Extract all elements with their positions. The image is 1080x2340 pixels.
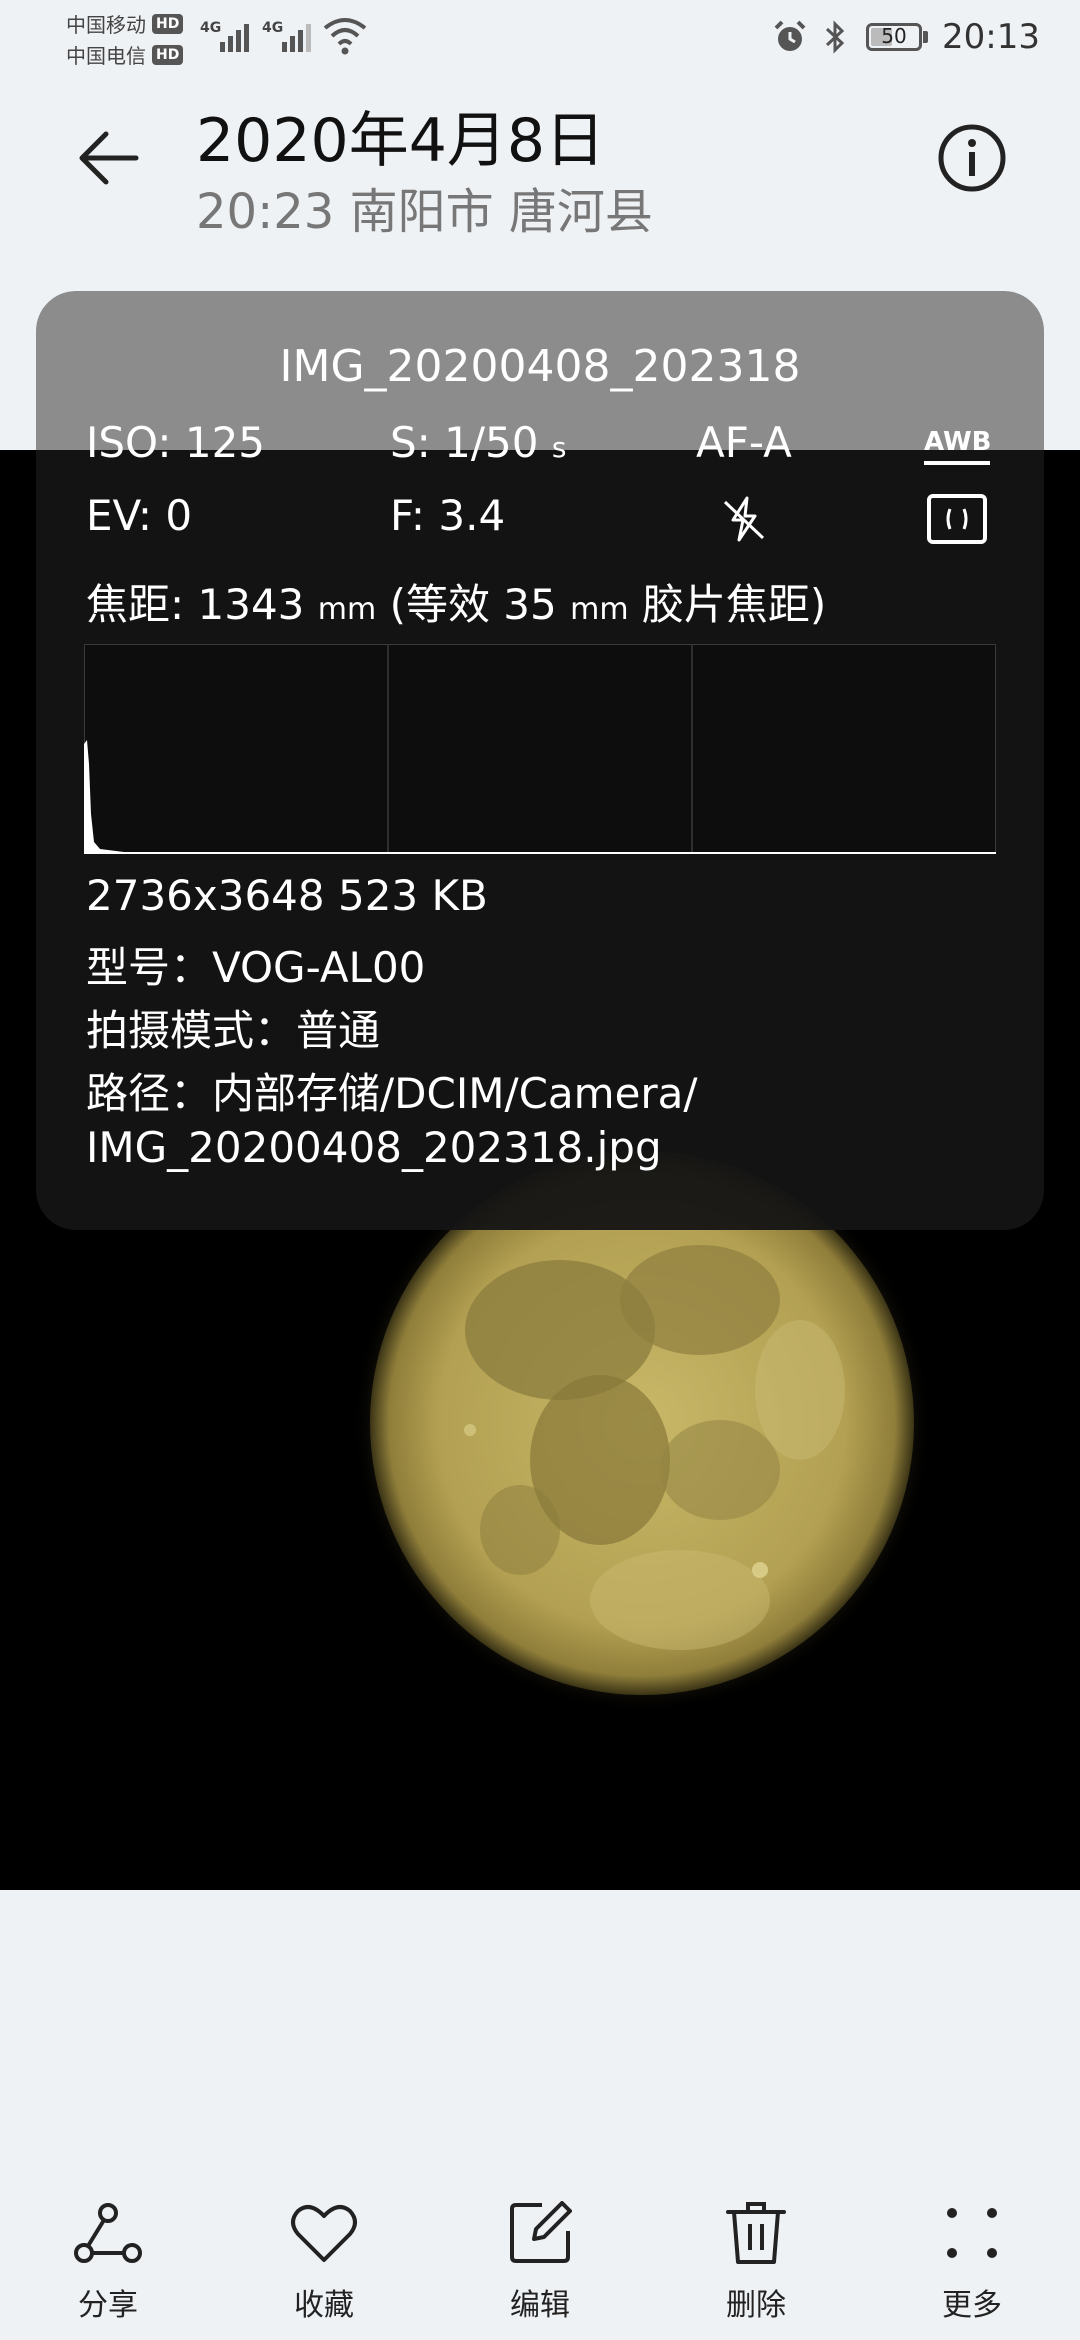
delete-label: 删除 (726, 2288, 786, 2323)
share-label: 分享 (78, 2288, 138, 2323)
carrier-2-label: 中国电信 (66, 44, 146, 68)
signal-group-2: 4G (262, 16, 322, 56)
ev-value: EV: 0 (86, 491, 193, 540)
shutter-value: S: 1/50 (390, 418, 539, 467)
battery-percent: 50 (881, 24, 907, 48)
af-mode: AF-A (696, 418, 792, 467)
file-path-line-1: 路径：内部存储/DCIM/Camera/ (86, 1069, 698, 1118)
focal-unit-1: mm (317, 592, 377, 627)
trash-icon-wrap (721, 2198, 791, 2268)
details-panel: IMG_20200408_202318 ISO: 125 S: 1/50 s A… (36, 291, 1044, 1230)
metering-icon (927, 494, 987, 544)
back-arrow-icon (79, 131, 139, 185)
more-icon-wrap (937, 2198, 1007, 2268)
file-path-line-2: IMG_20200408_202318.jpg (86, 1123, 662, 1172)
share-button[interactable]: 分享 (48, 2198, 168, 2328)
focal-middle: (等效 35 (389, 580, 557, 629)
shutter-unit: s (551, 431, 567, 464)
favorite-button[interactable]: 收藏 (264, 2198, 384, 2328)
edit-icon-wrap (505, 2198, 575, 2268)
bottom-toolbar: 分享 收藏 编辑 删除 更多 (0, 2180, 1080, 2340)
page-title: 2020年4月8日 (196, 106, 606, 176)
focal-length: 焦距: 1343 mm (等效 35 mm 胶片焦距) (86, 571, 826, 632)
bluetooth-icon (825, 20, 845, 54)
battery-nub (923, 31, 929, 43)
focal-suffix: 胶片焦距) (641, 580, 827, 629)
status-bar: 中国移动 HD 中国电信 HD 4G 4G 50 20:13 (0, 0, 1080, 76)
trash-icon (726, 2202, 786, 2264)
share-icon (74, 2203, 142, 2263)
wifi-icon (323, 18, 367, 55)
more-icon (947, 2208, 997, 2258)
favorite-label: 收藏 (294, 2288, 354, 2323)
battery-icon: 50 (866, 23, 923, 51)
focal-unit-2: mm (570, 592, 629, 627)
aperture-value: F: 3.4 (390, 491, 506, 540)
time-location: 20:23 南阳市 唐河县 (196, 184, 653, 240)
more-button[interactable]: 更多 (912, 2198, 1032, 2328)
awb-label: AWB (924, 427, 992, 457)
alarm-icon (774, 20, 806, 51)
carrier-2: 中国电信 HD (66, 39, 196, 70)
signal-group-1: 4G (200, 16, 260, 56)
signal-icon (220, 24, 249, 52)
focal-prefix: 焦距: 1343 (86, 580, 305, 629)
more-label: 更多 (942, 2288, 1002, 2323)
carrier-1: 中国移动 HD (66, 8, 196, 39)
resolution-size: 2736x3648 523 KB (86, 871, 488, 920)
device-model: 型号：VOG-AL00 (86, 943, 426, 992)
info-button[interactable] (934, 120, 1010, 196)
back-button[interactable] (70, 120, 146, 196)
heart-icon-wrap (289, 2198, 359, 2268)
carrier-1-label: 中国移动 (66, 13, 146, 37)
carrier-info: 中国移动 HD 中国电信 HD (66, 8, 196, 70)
flash-off-icon (723, 496, 765, 542)
edit-icon (510, 2201, 572, 2263)
iso-value: ISO: 125 (86, 418, 266, 467)
info-icon (938, 124, 1006, 192)
awb-indicator: AWB (924, 427, 992, 465)
file-name: IMG_20200408_202318 (279, 341, 801, 392)
shooting-mode: 拍摄模式：普通 (86, 1006, 381, 1055)
awb-underline (924, 461, 990, 465)
gallery-photo-details-screen: 中国移动 HD 中国电信 HD 4G 4G 50 20:13 2020年4月8日… (0, 0, 1080, 2340)
hd-badge: HD (152, 13, 184, 34)
edit-button[interactable]: 编辑 (480, 2198, 600, 2328)
shutter-speed: S: 1/50 s (390, 418, 566, 467)
status-right: 50 20:13 (772, 14, 1040, 60)
histogram (84, 644, 996, 854)
status-clock: 20:13 (942, 17, 1040, 57)
hd-badge-2: HD (152, 44, 184, 65)
signal-icon-2 (282, 24, 311, 52)
panel-content: IMG_20200408_202318 ISO: 125 S: 1/50 s A… (36, 291, 1044, 1230)
share-icon-wrap (73, 2198, 143, 2268)
heart-icon (291, 2205, 357, 2262)
edit-label: 编辑 (510, 2288, 570, 2323)
delete-button[interactable]: 删除 (696, 2198, 816, 2328)
